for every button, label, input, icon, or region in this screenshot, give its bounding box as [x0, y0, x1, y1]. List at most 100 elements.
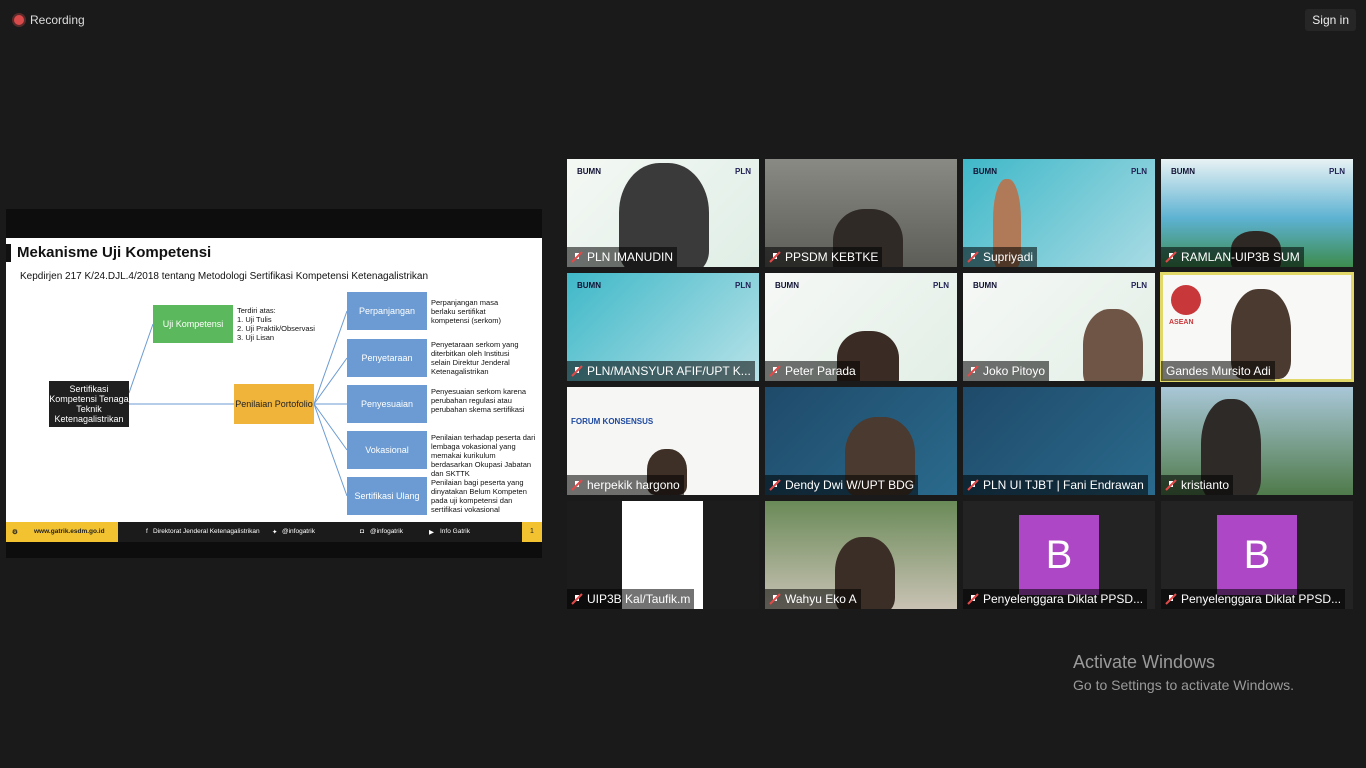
bumn-logo: BUMN: [973, 167, 997, 176]
item-vokasional-note: Penilaian terhadap peserta dari lembaga …: [431, 433, 536, 478]
youtube-icon: ▶: [429, 529, 434, 536]
activate-windows-watermark: Activate Windows Go to Settings to activ…: [1073, 652, 1294, 693]
facebook-icon: f: [146, 528, 148, 535]
uji-kompetensi-box: Uji Kompetensi: [153, 305, 233, 343]
muted-mic-icon: [1161, 475, 1181, 495]
participant-tile[interactable]: B Penyelenggara Diklat PPSD...: [1161, 501, 1353, 609]
footer-site: www.gatrik.esdm.go.id: [34, 528, 105, 535]
item-sertifikasi-ulang-note: Penilaian bagi peserta yang dinyatakan B…: [431, 478, 527, 514]
muted-mic-icon: [765, 589, 785, 609]
participant-tile[interactable]: BUMN PLN Peter Parada: [765, 273, 957, 381]
item-penyesuaian: Penyesuaian: [347, 385, 427, 423]
participant-label: Joko Pitoyo: [963, 361, 1050, 381]
muted-mic-icon: [963, 475, 983, 495]
footer-twitter: @infogatrik: [282, 528, 315, 535]
pln-logo: PLN: [1131, 281, 1147, 290]
pln-logo: PLN: [735, 281, 751, 290]
participant-label: Peter Parada: [765, 361, 860, 381]
participant-label: kristianto: [1161, 475, 1234, 495]
presentation-slide: Mekanisme Uji Kompetensi Kepdirjen 217 K…: [6, 238, 542, 542]
uji-kompetensi-note: Terdiri atas: 1. Uji Tulis 2. Uji Prakti…: [237, 306, 315, 342]
participant-tile[interactable]: FORUM KONSENSUS herpekik hargono: [567, 387, 759, 495]
participant-label: Gandes Mursito Adi: [1161, 361, 1275, 381]
activate-title: Activate Windows: [1073, 652, 1216, 672]
participant-tile[interactable]: BUMN PLN PLN/MANSYUR AFIF/UPT K...: [567, 273, 759, 381]
participant-label: Penyelenggara Diklat PPSD...: [963, 589, 1148, 609]
item-perpanjangan-note: Perpanjangan masa berlaku sertifikat kom…: [431, 298, 502, 325]
pln-logo: PLN: [933, 281, 949, 290]
record-icon: [14, 15, 24, 25]
bumn-logo: BUMN: [775, 281, 799, 290]
sign-in-button[interactable]: Sign in: [1305, 9, 1356, 31]
participant-tile[interactable]: B Penyelenggara Diklat PPSD...: [963, 501, 1155, 609]
slide-footer: ⚙ www.gatrik.esdm.go.id f Direktorat Jen…: [6, 522, 542, 542]
pln-logo: PLN: [1131, 167, 1147, 176]
asean-logo-icon: [1171, 285, 1201, 315]
bumn-logo: BUMN: [577, 167, 601, 176]
footer-site-block: ⚙ www.gatrik.esdm.go.id: [6, 522, 118, 542]
bumn-logo: BUMN: [1171, 167, 1195, 176]
participant-tile[interactable]: kristianto: [1161, 387, 1353, 495]
participant-label: PLN UI TJBT | Fani Endrawan: [963, 475, 1148, 495]
muted-mic-icon: [963, 361, 983, 381]
muted-mic-icon: [765, 361, 785, 381]
participant-label: Supriyadi: [963, 247, 1038, 267]
muted-mic-icon: [567, 589, 587, 609]
participant-label: PLN IMANUDIN: [567, 247, 678, 267]
participant-label: Dendy Dwi W/UPT BDG: [765, 475, 919, 495]
item-vokasional: Vokasional: [347, 431, 427, 469]
recording-label: Recording: [30, 13, 85, 27]
participant-label: Penyelenggara Diklat PPSD...: [1161, 589, 1346, 609]
participant-tile[interactable]: UIP3B Kal/Taufik.m: [567, 501, 759, 609]
recording-indicator[interactable]: Recording: [14, 13, 85, 27]
participant-tile[interactable]: PPSDM KEBTKE: [765, 159, 957, 267]
top-bar: Recording Sign in: [0, 0, 1366, 40]
participant-tile[interactable]: Wahyu Eko A: [765, 501, 957, 609]
muted-mic-icon: [567, 475, 587, 495]
item-penyesuaian-note: Penyesuaian serkom karena perubahan regu…: [431, 387, 527, 414]
item-perpanjangan: Perpanjangan: [347, 292, 427, 330]
item-sertifikasi-ulang: Sertifikasi Ulang: [347, 477, 427, 515]
muted-mic-icon: [963, 247, 983, 267]
footer-facebook: Direktorat Jenderal Ketenagalistrikan: [153, 528, 260, 535]
asean-text: ASEAN: [1169, 319, 1194, 326]
esdm-logo-icon: ⚙: [12, 529, 18, 536]
muted-mic-icon: [1161, 589, 1181, 609]
muted-mic-icon: [765, 247, 785, 267]
footer-youtube: Info Gatrik: [440, 528, 470, 535]
participant-tile-active-speaker[interactable]: ASEAN Gandes Mursito Adi: [1160, 272, 1354, 382]
footer-instagram: @infogatrik: [370, 528, 403, 535]
participant-tile[interactable]: BUMN PLN Supriyadi: [963, 159, 1155, 267]
participant-label: Wahyu Eko A: [765, 589, 861, 609]
pln-logo: PLN: [735, 167, 751, 176]
participant-tile[interactable]: PLN UI TJBT | Fani Endrawan: [963, 387, 1155, 495]
forum-title: FORUM KONSENSUS: [571, 417, 654, 426]
bumn-logo: BUMN: [973, 281, 997, 290]
muted-mic-icon: [567, 247, 587, 267]
participant-label: PLN/MANSYUR AFIF/UPT K...: [567, 361, 755, 381]
muted-mic-icon: [1161, 247, 1181, 267]
participant-label: UIP3B Kal/Taufik.m: [567, 589, 695, 609]
participant-label: RAMLAN-UIP3B SUM: [1161, 247, 1304, 267]
muted-mic-icon: [567, 361, 587, 381]
activate-subtitle: Go to Settings to activate Windows.: [1073, 677, 1294, 693]
penilaian-portofolio-box: Penilaian Portofolio: [234, 384, 314, 424]
muted-mic-icon: [963, 589, 983, 609]
root-box: Sertifikasi Kompetensi Tenaga Teknik Ket…: [49, 381, 129, 427]
slide-page-number: 1: [522, 522, 542, 542]
participant-tile[interactable]: BUMN PLN PLN IMANUDIN: [567, 159, 759, 267]
participant-tile[interactable]: BUMN PLN Joko Pitoyo: [963, 273, 1155, 381]
participant-label: PPSDM KEBTKE: [765, 247, 883, 267]
instagram-icon: ◘: [360, 528, 364, 535]
bumn-logo: BUMN: [577, 281, 601, 290]
participant-tile[interactable]: Dendy Dwi W/UPT BDG: [765, 387, 957, 495]
muted-mic-icon: [765, 475, 785, 495]
avatar: B: [1217, 515, 1297, 595]
avatar: B: [1019, 515, 1099, 595]
item-penyetaraan: Penyetaraan: [347, 339, 427, 377]
twitter-icon: ✦: [272, 529, 278, 536]
participant-tile[interactable]: BUMN PLN RAMLAN-UIP3B SUM: [1161, 159, 1353, 267]
item-penyetaraan-note: Penyetaraan serkom yang diterbitkan oleh…: [431, 340, 519, 376]
pln-logo: PLN: [1329, 167, 1345, 176]
participant-label: herpekik hargono: [567, 475, 684, 495]
